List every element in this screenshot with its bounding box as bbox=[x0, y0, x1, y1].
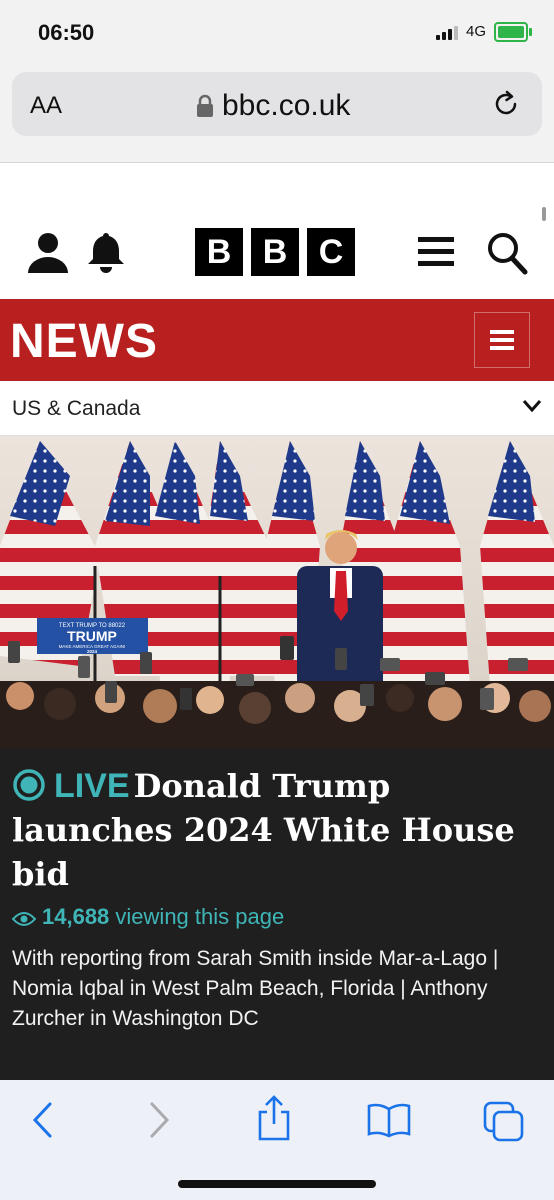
chevron-down-icon[interactable] bbox=[522, 399, 542, 413]
tabs-icon[interactable] bbox=[482, 1100, 526, 1144]
back-icon[interactable] bbox=[30, 1100, 54, 1140]
section-label: US & Canada bbox=[12, 397, 141, 420]
bbc-logo-letter: B bbox=[195, 228, 243, 276]
live-indicator-icon bbox=[13, 769, 45, 801]
bbc-logo-letter: C bbox=[307, 228, 355, 276]
text-size-button[interactable]: AA bbox=[30, 92, 62, 120]
bbc-logo-letter: B bbox=[251, 228, 299, 276]
battery-icon bbox=[494, 22, 532, 42]
section-dropdown[interactable]: US & Canada bbox=[0, 381, 554, 436]
lock-icon bbox=[197, 94, 213, 117]
article-summary: With reporting from Sarah Smith inside M… bbox=[12, 947, 499, 1030]
clock: 06:50 bbox=[38, 20, 95, 45]
viewer-count: 14,688 viewing this page bbox=[12, 904, 284, 930]
notifications-bell-icon[interactable] bbox=[86, 231, 126, 273]
share-icon[interactable] bbox=[254, 1094, 294, 1142]
live-label: LIVE bbox=[54, 767, 130, 805]
signal-icon bbox=[436, 26, 458, 40]
hamburger-menu-icon[interactable] bbox=[418, 235, 454, 269]
browser-chrome: AA bbc.co.uk bbox=[0, 62, 554, 163]
forward-icon[interactable] bbox=[148, 1100, 172, 1140]
news-menu-icon bbox=[490, 330, 514, 350]
article-card[interactable]: LIVE Donald Trump launches 2024 White Hou… bbox=[0, 748, 554, 1080]
address-bar[interactable]: AA bbc.co.uk bbox=[12, 72, 542, 136]
reload-icon[interactable] bbox=[490, 88, 522, 120]
bookmarks-icon[interactable] bbox=[366, 1102, 412, 1138]
news-banner: NEWS bbox=[0, 299, 554, 381]
viewer-number: 14,688 bbox=[42, 904, 110, 929]
svg-text:TRUMP: TRUMP bbox=[67, 628, 117, 644]
viewer-suffix: viewing this page bbox=[115, 904, 285, 929]
svg-text:2024: 2024 bbox=[87, 649, 98, 654]
scrollbar[interactable] bbox=[542, 207, 546, 221]
user-account-icon[interactable] bbox=[26, 231, 70, 273]
news-title[interactable]: NEWS bbox=[10, 314, 158, 369]
bbc-logo[interactable]: B B C bbox=[195, 228, 355, 276]
eye-icon bbox=[12, 912, 36, 926]
status-bar: 06:50 4G bbox=[0, 0, 554, 62]
url-text[interactable]: bbc.co.uk bbox=[222, 89, 350, 123]
news-menu-button[interactable] bbox=[474, 312, 530, 368]
article-headline[interactable]: LIVE Donald Trump launches 2024 White Hou… bbox=[12, 764, 542, 896]
home-indicator[interactable] bbox=[178, 1180, 376, 1188]
network-type: 4G bbox=[466, 23, 487, 40]
campaign-sign: TEXT TRUMP TO 88022 TRUMP MAKE AMERICA G… bbox=[37, 618, 148, 654]
hero-image[interactable]: TEXT TRUMP TO 88022 TRUMP MAKE AMERICA G… bbox=[0, 436, 554, 748]
search-icon[interactable] bbox=[486, 231, 528, 275]
web-page: B B C NEWS US & Canada TEXT TRUMP TO 880… bbox=[0, 163, 554, 1080]
